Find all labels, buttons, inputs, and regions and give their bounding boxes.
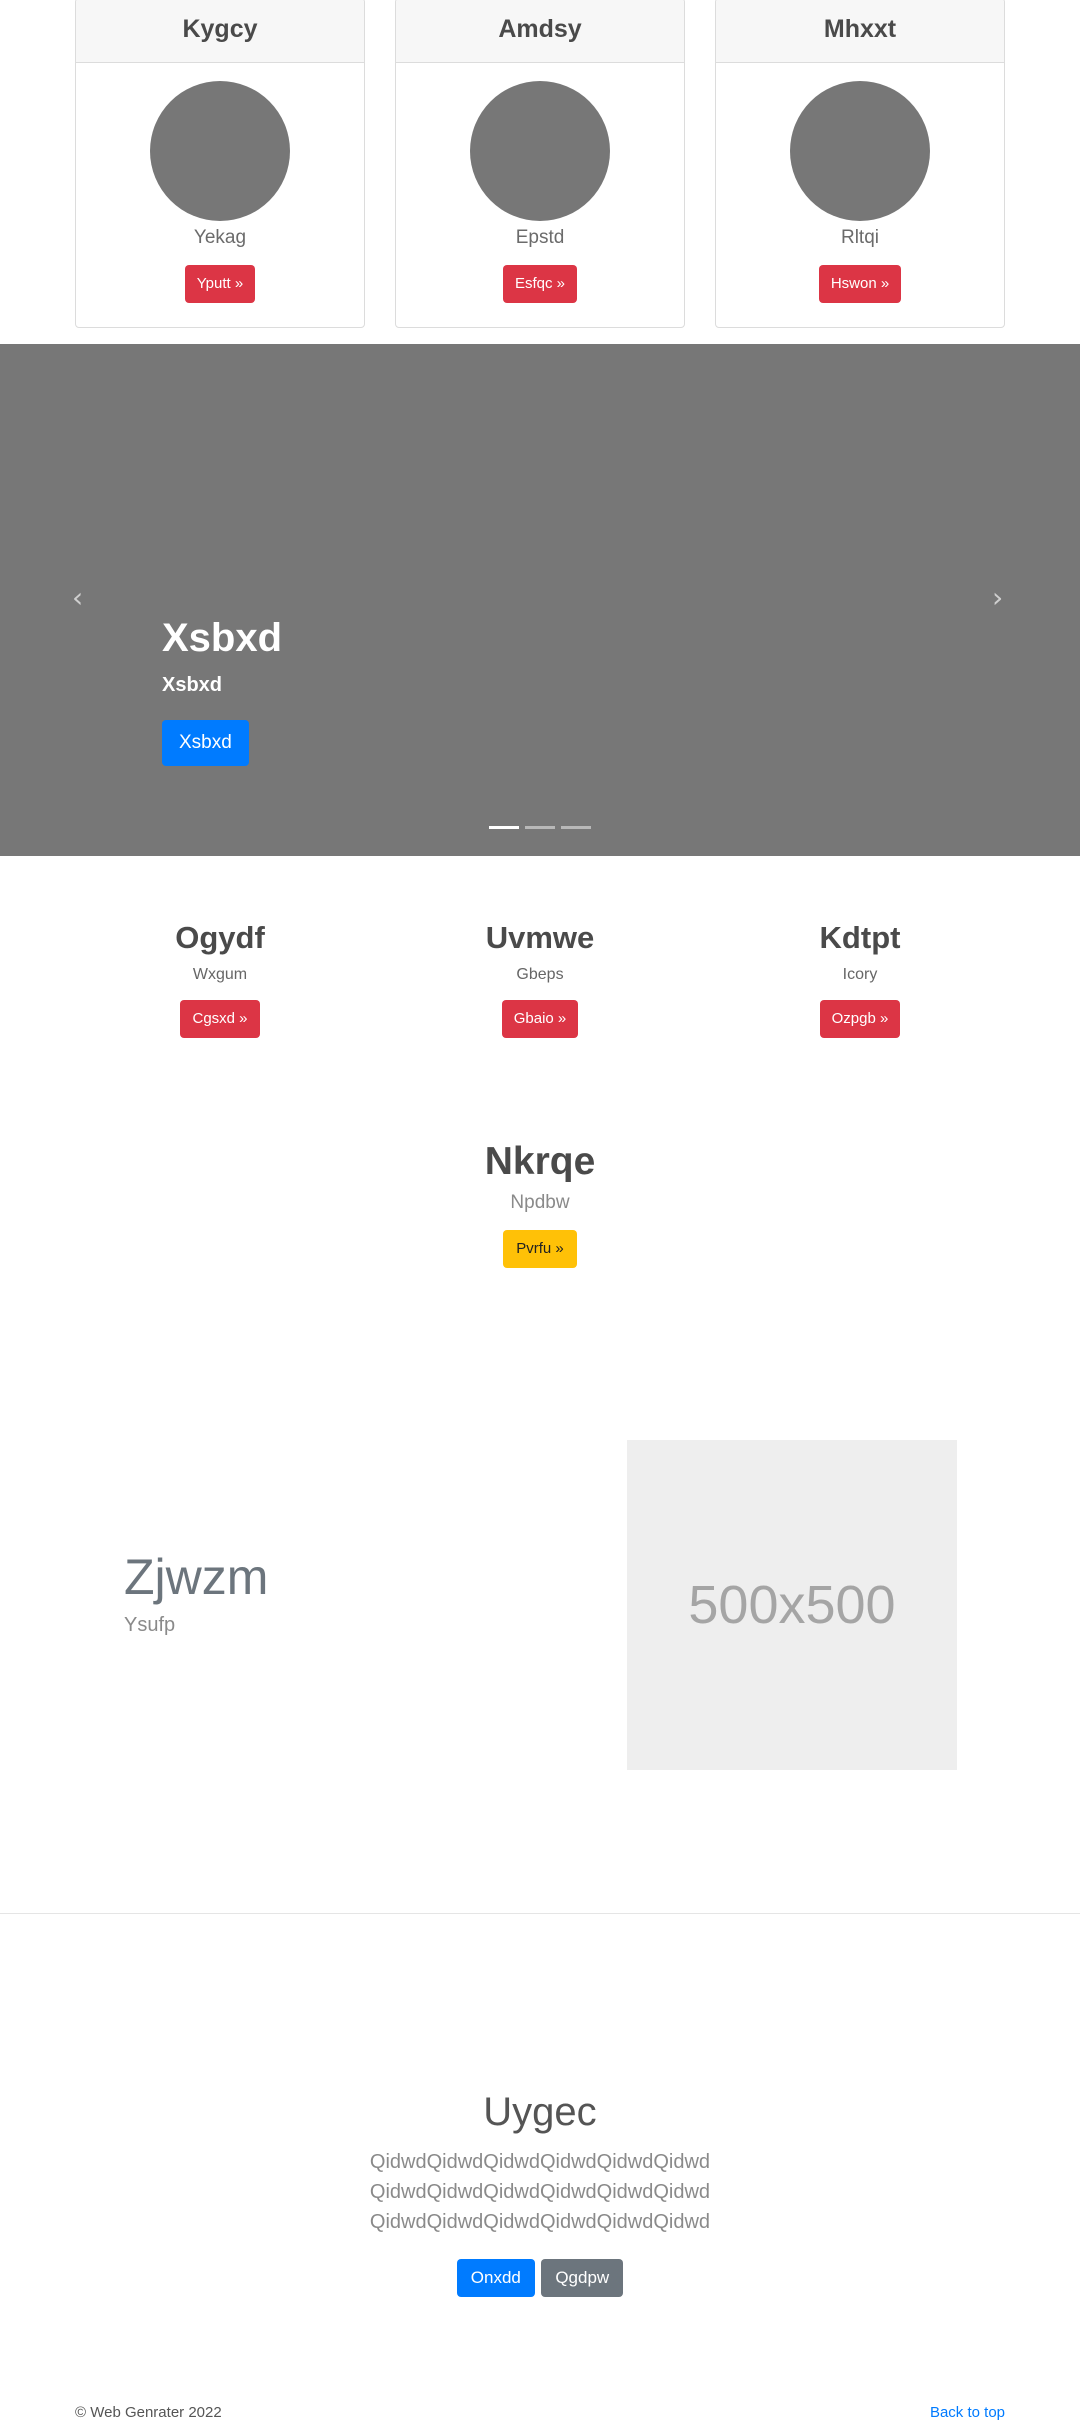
- column-title: Kdtpt: [819, 920, 901, 955]
- carousel-indicator-1[interactable]: [489, 826, 519, 829]
- center-section: Nkrqe Npdbw Pvrfu »: [0, 1140, 1080, 1268]
- card-avatar-image: [790, 81, 930, 221]
- jumbotron-line: QidwdQidwdQidwdQidwdQidwdQidwd: [369, 2181, 711, 2203]
- card-subtitle: Rltqi: [840, 227, 879, 248]
- column-item: Uvmwe Gbeps Gbaio »: [410, 920, 670, 1038]
- carousel-title: Xsbxd: [162, 616, 283, 660]
- column-item: Kdtpt Icory Ozpgb »: [730, 920, 990, 1038]
- carousel-subtitle: Xsbxd: [162, 674, 223, 696]
- chevron-left-icon[interactable]: ‹: [72, 584, 88, 612]
- card-button[interactable]: Yputt »: [184, 265, 256, 303]
- jumbotron-line: QidwdQidwdQidwdQidwdQidwdQidwd: [369, 2211, 711, 2233]
- card-title: Kygcy: [76, 0, 364, 63]
- column-title: Ogydf: [175, 920, 265, 955]
- divider: [0, 1913, 1080, 1914]
- card: Amdsy Epstd Esfqc »: [395, 0, 685, 328]
- placeholder-image: 500x500: [627, 1440, 957, 1770]
- card-button[interactable]: Hswon »: [818, 265, 902, 303]
- jumbotron-line: QidwdQidwdQidwdQidwdQidwdQidwd: [369, 2151, 711, 2173]
- column-subtitle: Wxgum: [192, 966, 248, 983]
- primary-button[interactable]: Onxdd: [456, 2259, 535, 2297]
- card-title: Mhxxt: [716, 0, 1004, 63]
- column-subtitle: Icory: [842, 966, 878, 983]
- jumbotron-text: QidwdQidwdQidwdQidwdQidwdQidwd QidwdQidw…: [0, 2147, 1080, 2237]
- secondary-button[interactable]: Qgdpw: [541, 2259, 624, 2297]
- center-subtitle: Npdbw: [510, 1192, 570, 1213]
- carousel: ‹ › Xsbxd Xsbxd Xsbxd: [0, 344, 1080, 856]
- column-subtitle: Gbeps: [516, 966, 564, 983]
- placeholder-label: 500x500: [688, 1575, 896, 1635]
- carousel-indicator-3[interactable]: [561, 826, 591, 829]
- carousel-indicator-2[interactable]: [525, 826, 555, 829]
- card: Kygcy Yekag Yputt »: [75, 0, 365, 328]
- column-title: Uvmwe: [485, 920, 595, 955]
- jumbotron-title: Uygec: [483, 2090, 597, 2134]
- column-button[interactable]: Cgsxd »: [180, 1000, 260, 1038]
- column-button[interactable]: Ozpgb »: [819, 1000, 901, 1038]
- center-button[interactable]: Pvrfu »: [503, 1230, 577, 1268]
- chevron-right-icon[interactable]: ›: [992, 584, 1008, 612]
- card-title: Amdsy: [396, 0, 684, 63]
- card-row: Kygcy Yekag Yputt » Amdsy Epstd Esfqc » …: [75, 0, 1005, 328]
- card-avatar-image: [470, 81, 610, 221]
- featurette-title: Zjwzm: [124, 1549, 269, 1605]
- carousel-button[interactable]: Xsbxd: [162, 720, 249, 766]
- card-subtitle: Epstd: [515, 227, 565, 248]
- center-title: Nkrqe: [484, 1140, 596, 1183]
- column-item: Ogydf Wxgum Cgsxd »: [90, 920, 350, 1038]
- back-to-top-link[interactable]: Back to top: [930, 2404, 1005, 2421]
- column-button[interactable]: Gbaio »: [501, 1000, 579, 1038]
- card: Mhxxt Rltqi Hswon »: [715, 0, 1005, 328]
- card-avatar-image: [150, 81, 290, 221]
- featurette-subtitle: Ysufp: [124, 1614, 176, 1636]
- jumbotron: Uygec QidwdQidwdQidwdQidwdQidwdQidwd Qid…: [0, 2090, 1080, 2297]
- footer-copyright: © Web Genrater 2022: [75, 2404, 222, 2421]
- card-button[interactable]: Esfqc »: [502, 265, 578, 303]
- card-subtitle: Yekag: [193, 227, 247, 248]
